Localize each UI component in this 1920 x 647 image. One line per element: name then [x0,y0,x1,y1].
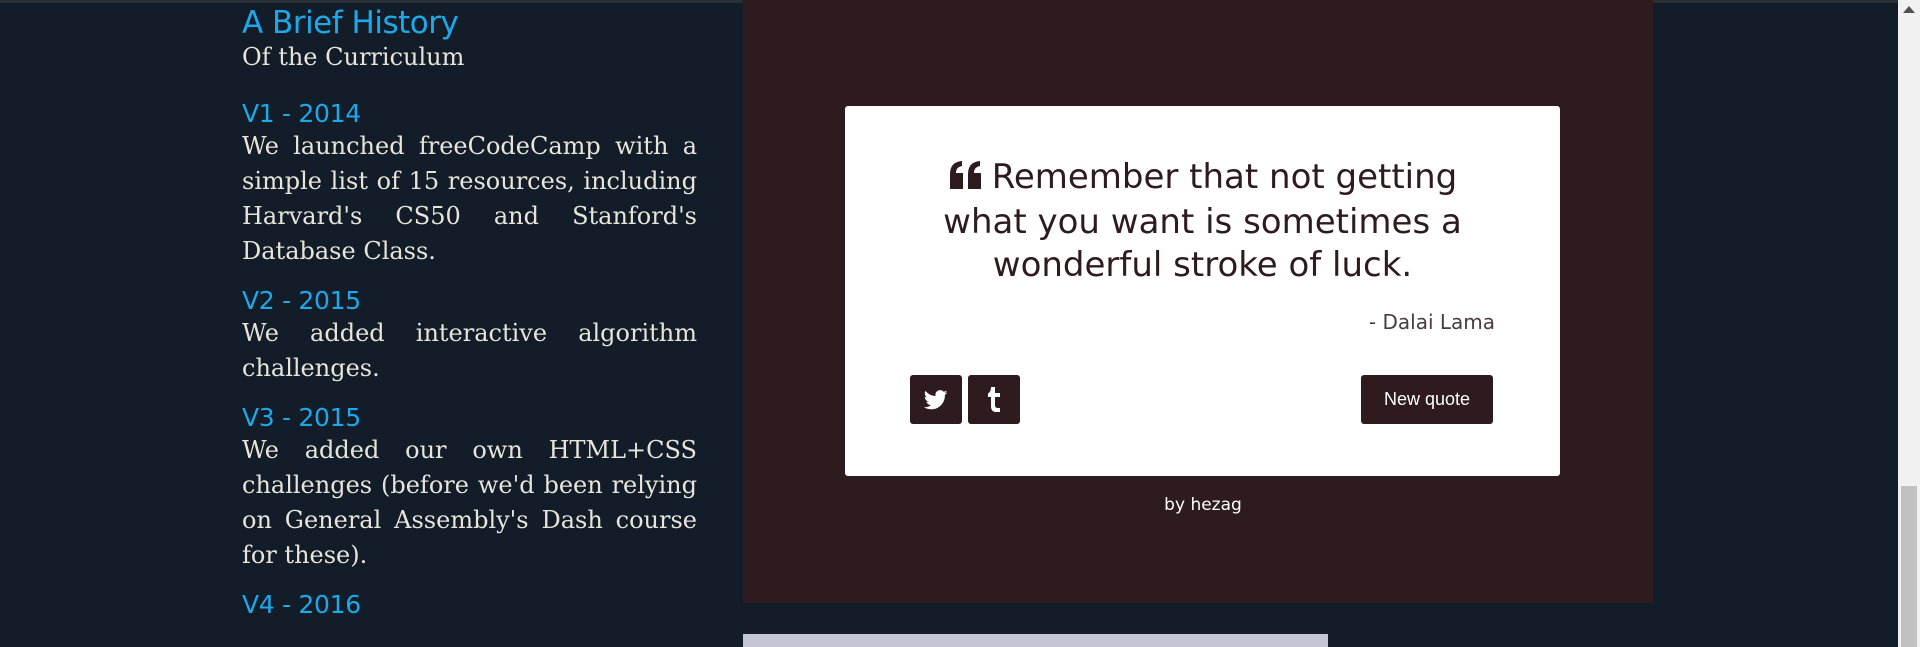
quote-author: - Dalai Lama [1368,310,1495,334]
scrollbar-thumb[interactable] [1901,486,1917,647]
tweet-quote-button[interactable] [910,375,962,424]
quote-text-block: Remember that not getting what you want … [925,156,1480,287]
tumblr-icon [988,386,1000,412]
quote-machine-panel: Remember that not getting what you want … [743,0,1653,603]
history-section: A Brief History Of the Curriculum V1 - 2… [242,4,697,636]
byline-prefix: by [1164,495,1186,515]
byline-author-link[interactable]: hezag [1190,495,1241,515]
history-title: A Brief History [242,5,459,41]
entry-heading: V2 - 2015 [242,286,361,315]
twitter-icon [924,389,948,409]
history-subtitle: Of the Curriculum [242,43,465,71]
vertical-scrollbar[interactable] [1898,0,1920,647]
tumblr-quote-button[interactable] [968,375,1020,424]
history-entry-v2: V2 - 2015 We added interactive algorithm… [242,285,697,386]
quote-left-icon [948,158,984,201]
entry-heading: V3 - 2015 [242,403,361,432]
new-quote-button[interactable]: New quote [1361,375,1493,424]
history-entry-v1: V1 - 2014 We launched freeCodeCamp with … [242,98,697,269]
entry-text: We launched freeCodeCamp with a simple l… [242,132,697,265]
entry-text: We added interactive algorithm challenge… [242,319,697,382]
entry-text: We added our own HTML+CSS challenges (be… [242,436,697,569]
scroll-up-arrow-icon[interactable] [1903,6,1915,13]
history-entry-v4: V4 - 2016 [242,589,697,620]
next-section-panel [743,634,1328,647]
byline: by hezag [743,495,1663,515]
entry-heading: V1 - 2014 [242,99,361,128]
history-entry-v3: V3 - 2015 We added our own HTML+CSS chal… [242,402,697,573]
quote-text: Remember that not getting what you want … [943,157,1462,285]
quote-box: Remember that not getting what you want … [845,106,1560,476]
entry-heading: V4 - 2016 [242,590,361,619]
